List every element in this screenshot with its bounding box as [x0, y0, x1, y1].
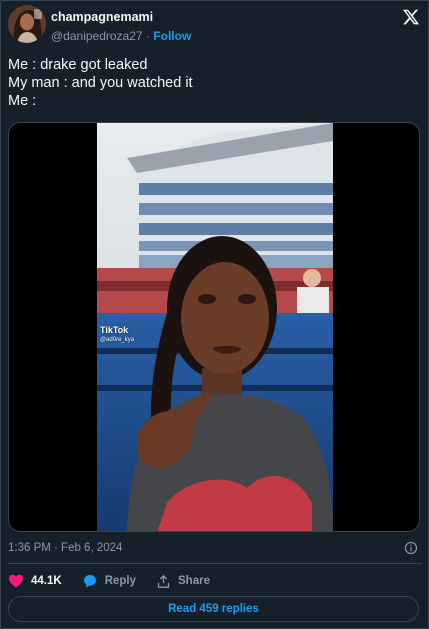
- reply-button[interactable]: Reply: [82, 573, 136, 589]
- divider: [8, 563, 422, 564]
- tweet-text: Me : drake got leaked My man : and you w…: [8, 56, 422, 110]
- heart-icon: [9, 574, 23, 588]
- share-button[interactable]: Share: [156, 574, 210, 589]
- video-frame: [97, 123, 333, 531]
- tweet-line: Me :: [8, 93, 37, 109]
- tweet-header: champagnemami @danipedroza27 · Follow: [8, 5, 422, 45]
- tweet-line: My man : and you watched it: [8, 75, 193, 91]
- media-container[interactable]: TikTok @ad0re_kya: [8, 122, 420, 532]
- share-icon: [157, 574, 170, 588]
- follow-button[interactable]: Follow: [153, 29, 191, 43]
- info-icon[interactable]: [404, 541, 418, 555]
- share-label: Share: [178, 575, 210, 587]
- avatar[interactable]: [8, 5, 46, 43]
- video-player[interactable]: TikTok @ad0re_kya: [97, 123, 333, 531]
- like-button[interactable]: 44.1K: [8, 573, 62, 589]
- timestamp[interactable]: 1:36 PM · Feb 6, 2024: [8, 542, 122, 554]
- separator-dot: ·: [145, 29, 150, 43]
- read-replies-button[interactable]: Read 459 replies: [8, 596, 419, 622]
- action-bar: 44.1K Reply Share: [8, 572, 230, 590]
- tiktok-user: @ad0re_kya: [100, 337, 135, 343]
- author-info: champagnemami @danipedroza27 · Follow: [51, 9, 191, 44]
- tiktok-watermark: TikTok: [100, 325, 129, 335]
- handle-line: @danipedroza27 · Follow: [51, 28, 191, 44]
- reply-bubble-icon: [83, 575, 96, 588]
- handle[interactable]: @danipedroza27: [51, 29, 143, 43]
- display-name[interactable]: champagnemami: [51, 9, 191, 25]
- like-count: 44.1K: [31, 575, 62, 587]
- reply-label: Reply: [104, 575, 137, 587]
- x-logo-icon[interactable]: [402, 8, 420, 26]
- tweet-card: champagnemami @danipedroza27 · Follow Me…: [0, 0, 429, 629]
- tweet-line: Me : drake got leaked: [8, 57, 148, 73]
